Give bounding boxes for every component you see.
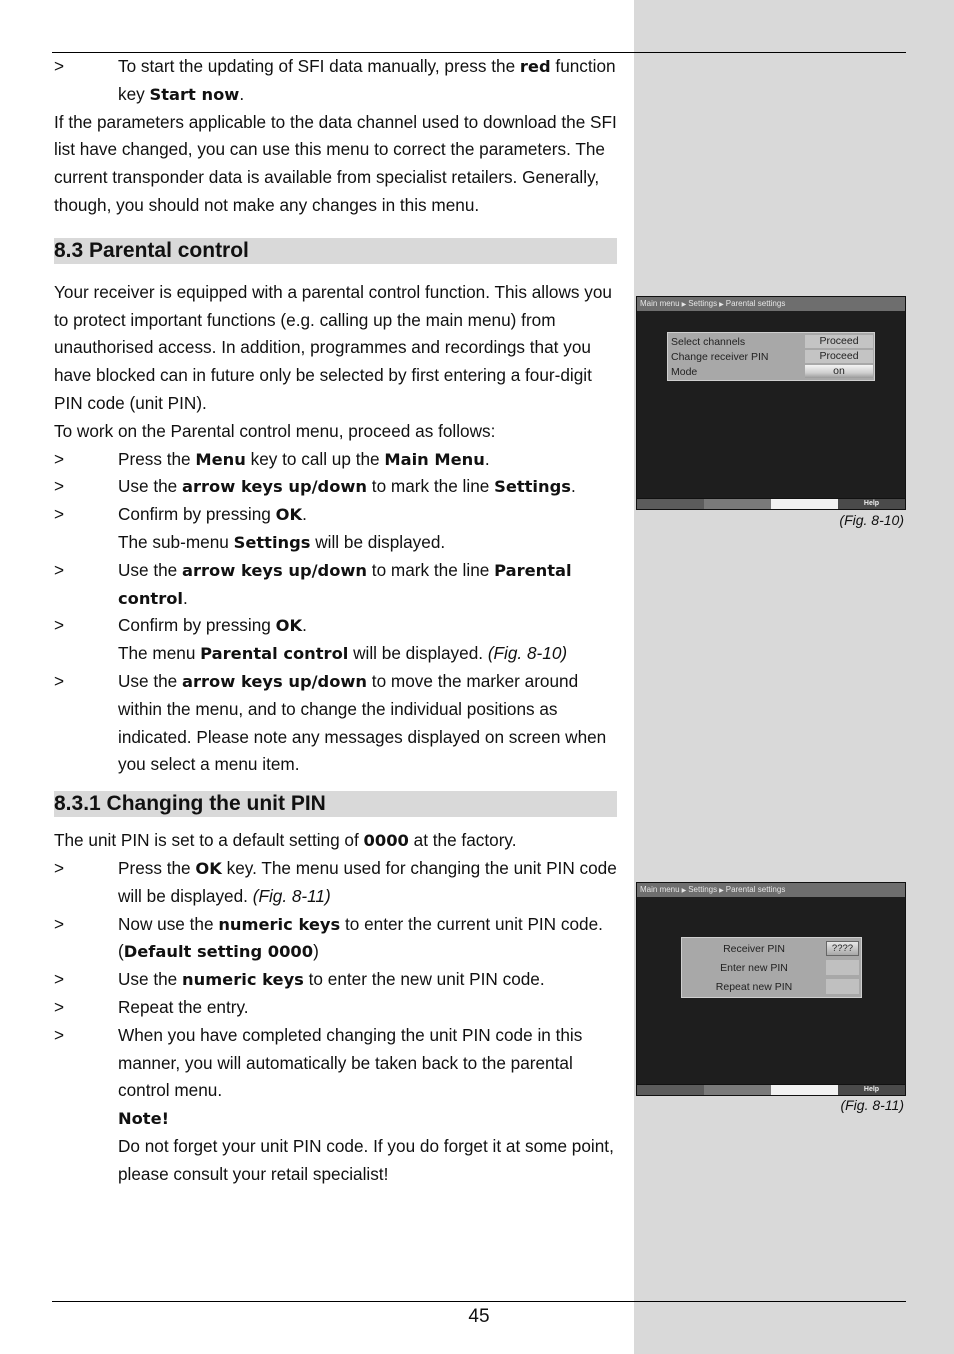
figure-parental-settings-screen: Main menu ▶ Settings ▶ Parental settings Sel…	[636, 296, 906, 510]
step-note-settings-displayed: The sub-menu Settings will be displayed.	[118, 531, 446, 552]
step-start-sfi-update: > To start the updating of SFI data manua…	[54, 56, 616, 104]
pin-row-receiver-pin[interactable]: Receiver PIN????	[682, 939, 861, 958]
figure-change-pin-screen: Main menu ▶ Settings ▶ Parental settings Rec…	[636, 882, 906, 1096]
step-press-menu: > Press the Menu key to call up the Main …	[54, 448, 490, 469]
parental-menu-box: Select channels Proceed Change receiver P…	[667, 332, 875, 381]
new-pin-field[interactable]	[826, 960, 859, 975]
chevron-right-icon: ▶	[681, 888, 687, 894]
help-function-key[interactable]: Help	[838, 499, 905, 509]
sfi-parameters-paragraph: If the parameters applicable to the data…	[54, 111, 617, 215]
chevron-right-icon: ▶	[719, 302, 724, 308]
figure-reference: (Fig. 8-11)	[252, 885, 331, 906]
step-confirm-ok: > Confirm by pressing OK.	[54, 504, 307, 525]
tv-breadcrumb: Main menu ▶ Settings ▶ Parental settings	[637, 883, 905, 897]
step-note-parental-displayed: The menu Parental control will be displa…	[118, 643, 568, 664]
step-mark-parental-control: > Use the arrow keys up/down to mark the …	[54, 559, 572, 608]
step-repeat-entry: > Repeat the entry.	[54, 996, 249, 1017]
green-function-key[interactable]	[704, 499, 771, 509]
figure-reference: (Fig. 8-10)	[487, 643, 568, 664]
figure-caption: (Fig. 8-11)	[840, 1097, 904, 1113]
section-heading-changing-pin: 8.3.1 Changing the unit PIN	[54, 791, 617, 818]
receiver-pin-field[interactable]: ????	[826, 941, 859, 956]
red-function-key[interactable]	[637, 499, 704, 509]
step-enter-new-pin: > Use the numeric keys to enter the new u…	[54, 969, 545, 990]
tv-breadcrumb: Main menu ▶ Settings ▶ Parental settings	[637, 297, 905, 311]
help-function-key[interactable]: Help	[838, 1085, 905, 1095]
pin-row-enter-new-pin[interactable]: Enter new PIN	[682, 958, 861, 977]
default-setting-note: (Default setting 0000)	[118, 941, 319, 962]
step-move-marker: > Use the arrow keys up/down to move the …	[54, 670, 607, 775]
menu-row-mode[interactable]: Mode on	[668, 364, 874, 379]
yellow-function-key[interactable]	[771, 1085, 838, 1095]
parental-control-proceed: To work on the Parental control menu, pr…	[54, 420, 496, 441]
section-heading-parental-control: 8.3 Parental control	[54, 237, 617, 264]
step-press-ok-pin: > Press the OK key. The menu used for cha…	[54, 857, 617, 906]
step-mark-settings: > Use the arrow keys up/down to mark the …	[54, 476, 576, 497]
chevron-right-icon: ▶	[681, 302, 687, 308]
function-key-bar: Help	[637, 498, 905, 509]
footer-rule	[52, 1301, 906, 1302]
figure-caption: (Fig. 8-10)	[839, 512, 904, 528]
main-text-column: > To start the updating of SFI data manua…	[54, 52, 619, 1188]
page-number: 45	[468, 1306, 490, 1327]
margin-sidebar	[634, 0, 954, 1354]
step-confirm-ok-2: > Confirm by pressing OK.	[54, 615, 307, 636]
red-function-key[interactable]	[637, 1085, 704, 1095]
default-pin-paragraph: The unit PIN is set to a default setting…	[54, 830, 517, 851]
green-function-key[interactable]	[704, 1085, 771, 1095]
parental-control-intro: Your receiver is equipped with a parenta…	[54, 281, 612, 413]
step-enter-current-pin: > Now use the numeric keys to enter the c…	[54, 913, 603, 934]
menu-row-select-channels[interactable]: Select channels Proceed	[668, 334, 874, 349]
repeat-pin-field[interactable]	[826, 979, 859, 994]
chevron-right-icon: ▶	[719, 888, 724, 894]
function-key-bar: Help	[637, 1084, 905, 1095]
note-text: Do not forget your unit PIN code. If you…	[118, 1135, 614, 1184]
menu-row-change-pin[interactable]: Change receiver PIN Proceed	[668, 349, 874, 364]
yellow-function-key[interactable]	[771, 499, 838, 509]
step-completed: > When you have completed changing the un…	[54, 1024, 583, 1101]
note-title: Note!	[118, 1109, 170, 1129]
change-pin-menu-box: Receiver PIN???? Enter new PIN Repeat ne…	[681, 937, 862, 998]
pin-row-repeat-new-pin[interactable]: Repeat new PIN	[682, 977, 861, 996]
